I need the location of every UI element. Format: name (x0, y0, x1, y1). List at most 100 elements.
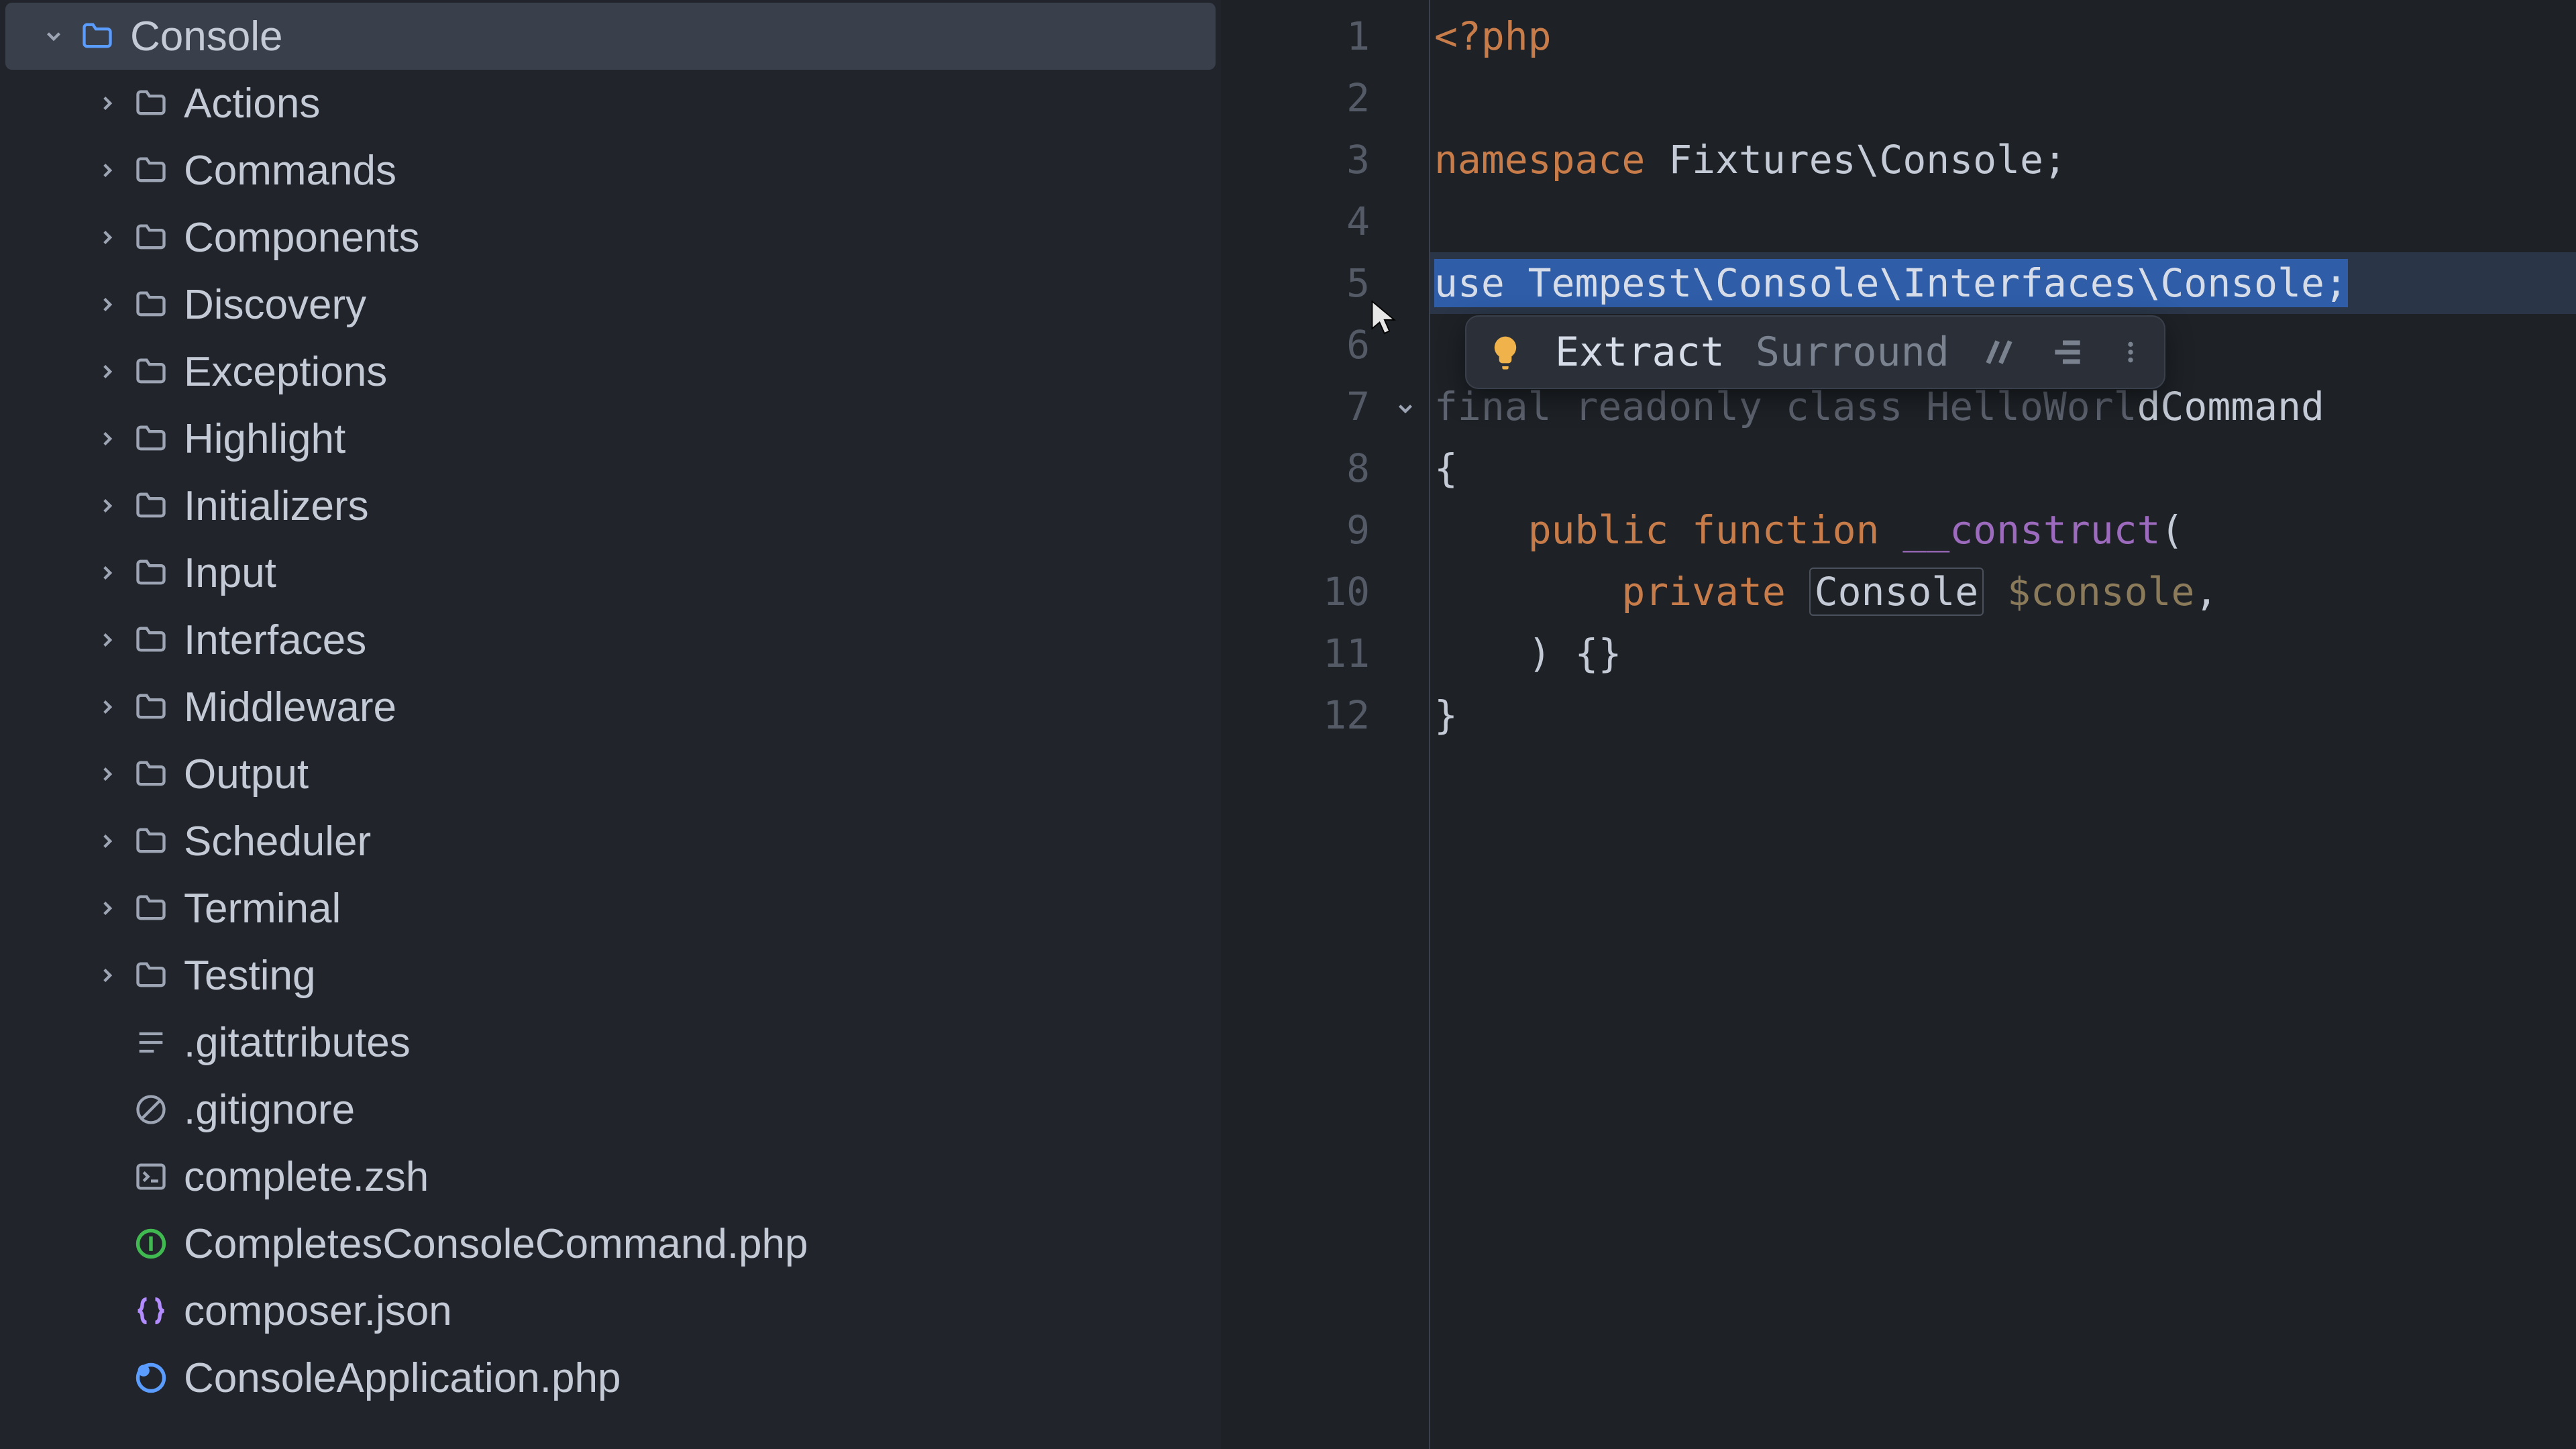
line-number[interactable]: 1 (1221, 5, 1429, 67)
line-number-text: 7 (1346, 384, 1370, 429)
tree-item-label: Output (184, 751, 309, 798)
paren-open: ( (2161, 507, 2184, 553)
folder-icon (76, 19, 118, 54)
surround-action[interactable]: Surround (1756, 329, 1949, 376)
tree-item-label: Exceptions (184, 348, 387, 396)
line-number[interactable]: 11 (1221, 623, 1429, 684)
tree-folder[interactable]: Initializers (5, 472, 1216, 539)
reformat-action-icon[interactable] (2049, 333, 2086, 371)
chevron-right-icon (91, 360, 123, 383)
code-line[interactable] (1430, 67, 2576, 129)
brace-open: { (1434, 445, 1458, 491)
code-line[interactable]: private Console $console, (1430, 561, 2576, 623)
selected-use-statement: use Tempest\Console\Interfaces\Console; (1434, 259, 2348, 307)
code-editor[interactable]: 1 2 3 4 5 6 7 8 9 10 11 12 <?php namespa… (1221, 0, 2576, 1449)
code-line[interactable]: public function __construct( (1430, 499, 2576, 561)
tree-item-label: Discovery (184, 281, 366, 329)
interface-file-icon (130, 1226, 172, 1261)
file-tree[interactable]: Console Actions Commands Components Disc… (0, 0, 1221, 1449)
line-number[interactable]: 10 (1221, 561, 1429, 623)
line-number[interactable]: 3 (1221, 129, 1429, 191)
tree-item-label: Components (184, 214, 420, 262)
folder-icon (130, 354, 172, 389)
line-number[interactable]: 7 (1221, 376, 1429, 437)
namespace-name: Fixtures\Console; (1645, 137, 2067, 182)
line-number[interactable]: 8 (1221, 437, 1429, 499)
keyword-public: public (1528, 507, 1669, 553)
chevron-right-icon (91, 159, 123, 182)
folder-icon (130, 958, 172, 993)
chevron-right-icon (91, 561, 123, 584)
tree-item-label: CompletesConsoleCommand.php (184, 1220, 808, 1268)
tree-item-label: Initializers (184, 482, 369, 530)
tree-folder[interactable]: Interfaces (5, 606, 1216, 674)
tree-folder[interactable]: Exceptions (5, 338, 1216, 405)
tree-folder-console[interactable]: Console (5, 3, 1216, 70)
tree-folder[interactable]: Input (5, 539, 1216, 606)
line-number-gutter[interactable]: 1 2 3 4 5 6 7 8 9 10 11 12 (1221, 0, 1429, 1449)
mouse-cursor-icon (1368, 299, 1398, 348)
tree-file[interactable]: .gitignore (5, 1076, 1216, 1143)
comma: , (2194, 569, 2218, 614)
json-file-icon (130, 1293, 172, 1328)
folder-icon (130, 623, 172, 657)
tree-folder[interactable]: Commands (5, 137, 1216, 204)
tree-folder[interactable]: Discovery (5, 271, 1216, 338)
chevron-down-icon (38, 25, 70, 48)
tree-file[interactable]: ConsoleApplication.php (5, 1344, 1216, 1411)
line-number[interactable]: 4 (1221, 191, 1429, 252)
chevron-right-icon (91, 897, 123, 920)
chevron-right-icon (91, 226, 123, 249)
chevron-right-icon (91, 964, 123, 987)
folder-icon (130, 824, 172, 859)
chevron-right-icon (91, 830, 123, 853)
code-line[interactable]: <?php (1430, 5, 2576, 67)
folder-icon (130, 421, 172, 456)
line-number[interactable]: 2 (1221, 67, 1429, 129)
type-hint: Console (1809, 568, 1984, 616)
tree-file[interactable]: complete.zsh (5, 1143, 1216, 1210)
tree-file[interactable]: CompletesConsoleCommand.php (5, 1210, 1216, 1277)
line-number[interactable]: 12 (1221, 684, 1429, 746)
ignore-file-icon (130, 1092, 172, 1127)
tree-file[interactable]: .gitattributes (5, 1009, 1216, 1076)
more-actions-icon[interactable] (2117, 333, 2144, 371)
tree-folder[interactable]: Actions (5, 70, 1216, 137)
tree-item-label: Input (184, 549, 276, 597)
tree-item-label: Testing (184, 952, 315, 1000)
chevron-right-icon (91, 629, 123, 651)
tree-item-label: complete.zsh (184, 1153, 429, 1201)
fold-chevron-down-icon[interactable] (1394, 376, 1417, 437)
tree-folder[interactable]: Components (5, 204, 1216, 271)
lightbulb-icon[interactable] (1487, 333, 1524, 371)
code-line[interactable]: } (1430, 684, 2576, 746)
folder-icon (130, 287, 172, 322)
tree-item-label: .gitattributes (184, 1019, 411, 1067)
tree-item-label: Scheduler (184, 818, 371, 865)
line-number[interactable]: 9 (1221, 499, 1429, 561)
tree-folder[interactable]: Scheduler (5, 808, 1216, 875)
code-content[interactable]: <?php namespace Fixtures\Console; use Te… (1429, 0, 2576, 1449)
tree-folder[interactable]: Terminal (5, 875, 1216, 942)
lines-file-icon (130, 1025, 172, 1060)
extract-action[interactable]: Extract (1555, 329, 1725, 376)
tree-file[interactable]: composer.json (5, 1277, 1216, 1344)
php-class-file-icon (130, 1360, 172, 1395)
tree-item-label: Terminal (184, 885, 341, 932)
tree-item-label: .gitignore (184, 1086, 355, 1134)
tree-folder[interactable]: Output (5, 741, 1216, 808)
code-line[interactable]: ) {} (1430, 623, 2576, 684)
tree-item-label: ConsoleApplication.php (184, 1354, 621, 1402)
chevron-right-icon (91, 427, 123, 450)
tree-folder[interactable]: Middleware (5, 674, 1216, 741)
tree-folder[interactable]: Testing (5, 942, 1216, 1009)
comment-action-icon[interactable] (1980, 333, 2018, 371)
intention-actions-popup[interactable]: Extract Surround (1465, 315, 2165, 389)
keyword-namespace: namespace (1434, 137, 1645, 182)
code-line[interactable]: namespace Fixtures\Console; (1430, 129, 2576, 191)
tree-folder[interactable]: Highlight (5, 405, 1216, 472)
code-line[interactable] (1430, 191, 2576, 252)
tree-item-label: Highlight (184, 415, 345, 463)
code-line-selected[interactable]: use Tempest\Console\Interfaces\Console; (1430, 252, 2576, 314)
code-line[interactable]: { (1430, 437, 2576, 499)
